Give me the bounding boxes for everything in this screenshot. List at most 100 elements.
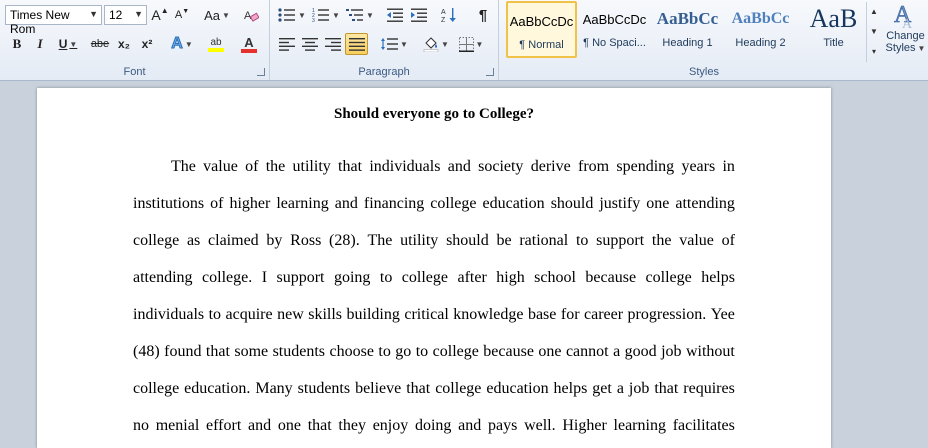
word: education.: [184, 380, 251, 397]
document-title: Should everyone go to College?: [334, 106, 534, 122]
font-family-value: Times New Rom: [10, 8, 70, 36]
increase-indent-button[interactable]: [408, 5, 430, 25]
paragraph-group: ▼ 1 2 3 ▼ ▼ AZ ¶ ▼ ▼ ▼ Paragraph: [270, 0, 499, 80]
chevron-down-icon: ▼: [89, 9, 98, 19]
word: that: [338, 158, 363, 175]
style-normal[interactable]: AaBbCcDc ¶ Normal: [506, 1, 577, 58]
word: learning: [276, 195, 329, 212]
word: of: [210, 195, 224, 212]
word: facilitates: [672, 417, 735, 434]
document-body[interactable]: The value of the utility that individuals and so…: [133, 148, 735, 444]
font-dialog-launcher[interactable]: .: [257, 68, 265, 76]
word: enjoy: [372, 417, 409, 434]
borders-button[interactable]: ▼: [454, 34, 488, 54]
sort-icon: AZ: [441, 8, 456, 23]
numbering-button[interactable]: 1 2 3 ▼: [310, 5, 342, 25]
word: because: [585, 269, 637, 286]
shrink-font-icon: A: [174, 9, 183, 21]
svg-text:A: A: [902, 17, 913, 30]
line-spacing-button[interactable]: ▼: [378, 34, 410, 54]
style-title[interactable]: AaB Title: [798, 1, 869, 58]
font-color-button[interactable]: A: [234, 34, 264, 54]
italic-icon: I: [37, 36, 43, 51]
change-styles-label-2: Styles: [885, 42, 916, 54]
word: progression.: [627, 306, 707, 323]
document-line: institutions of higher learning and financing…: [133, 185, 735, 222]
word: that: [307, 417, 332, 434]
word: attending: [675, 195, 735, 212]
word: college: [430, 195, 477, 212]
word: critical: [404, 306, 449, 323]
word: support: [276, 269, 325, 286]
gallery-up-icon[interactable]: ▲: [867, 2, 881, 22]
gallery-more-icon[interactable]: ▾: [867, 42, 881, 62]
underline-button[interactable]: U ▼: [53, 34, 83, 54]
word: college: [435, 380, 482, 397]
word: found: [164, 343, 202, 360]
gallery-down-icon[interactable]: ▼: [867, 22, 881, 42]
word: I: [261, 269, 268, 286]
clear-formatting-icon: A: [244, 10, 259, 22]
numbering-icon: 123: [312, 8, 330, 22]
font-size-combo[interactable]: 12 ▼: [104, 5, 147, 25]
style-heading-1[interactable]: AaBbCc Heading 1: [652, 1, 723, 58]
bullets-button[interactable]: ▼: [276, 5, 308, 25]
word: to: [379, 269, 393, 286]
align-left-button[interactable]: [276, 34, 298, 54]
sort-button[interactable]: AZ: [438, 5, 460, 25]
show-formatting-marks-button[interactable]: ¶: [472, 5, 494, 25]
multilevel-list-button[interactable]: ▼: [344, 5, 376, 25]
font-family-combo[interactable]: Times New Rom ▼: [5, 5, 102, 36]
superscript-button[interactable]: x²: [137, 34, 157, 54]
document-page[interactable]: Should everyone go to College? The value o…: [37, 88, 831, 448]
style-name: ¶ No Spaci...: [583, 37, 646, 49]
word: education: [482, 195, 545, 212]
word: one: [538, 343, 562, 360]
document-line: The value of the utility that individuals and so…: [133, 148, 735, 185]
word: the: [651, 232, 672, 249]
paragraph-dialog-launcher[interactable]: .: [486, 68, 494, 76]
style-no-spacing[interactable]: AaBbCcDc ¶ No Spaci...: [579, 1, 650, 58]
word: spending: [616, 158, 675, 175]
subscript-icon: x₂: [117, 37, 130, 51]
shading-button[interactable]: ▼: [420, 34, 452, 54]
grow-font-button[interactable]: A ▲: [150, 5, 170, 25]
word: higher: [229, 195, 271, 212]
word: college: [133, 232, 180, 249]
bold-button[interactable]: B: [7, 34, 27, 54]
word: the: [265, 158, 286, 175]
style-name: Title: [823, 37, 844, 49]
document-line: attending college. Isupport going to college a…: [133, 259, 735, 296]
style-name: Heading 1: [662, 37, 713, 49]
word: choose: [329, 343, 374, 360]
shrink-font-button[interactable]: A ▼: [172, 5, 192, 25]
clear-formatting-button[interactable]: A: [240, 5, 262, 25]
change-case-button[interactable]: Aa ▼: [202, 5, 232, 25]
word: get: [592, 380, 612, 397]
underline-icon: U: [58, 37, 68, 51]
svg-text:3: 3: [312, 18, 315, 22]
document-line: no menial effort and one that they enjoy doing an…: [133, 407, 735, 444]
word: to: [378, 343, 391, 360]
word: that: [205, 343, 230, 360]
word: value: [679, 232, 714, 249]
text-effects-button[interactable]: A ▼: [168, 34, 196, 54]
change-styles-button[interactable]: AA Change Styles ▼: [883, 0, 928, 64]
word: to: [575, 232, 589, 249]
word: a: [613, 343, 621, 360]
strikethrough-button[interactable]: abe: [88, 34, 112, 54]
highlight-button[interactable]: ab: [200, 34, 232, 54]
word: after: [457, 269, 487, 286]
word: one: [646, 195, 670, 212]
justify-button[interactable]: [345, 33, 368, 55]
word: well.: [524, 417, 556, 434]
subscript-button[interactable]: x₂: [114, 34, 134, 54]
style-name: Heading 2: [735, 37, 786, 49]
align-center-button[interactable]: [299, 34, 321, 54]
align-right-button[interactable]: [322, 34, 344, 54]
italic-button[interactable]: I: [30, 34, 50, 54]
decrease-indent-button[interactable]: [384, 5, 406, 25]
word: effort: [206, 417, 242, 434]
style-heading-2[interactable]: AaBbCc Heading 2: [725, 1, 796, 58]
word: without: [685, 343, 735, 360]
